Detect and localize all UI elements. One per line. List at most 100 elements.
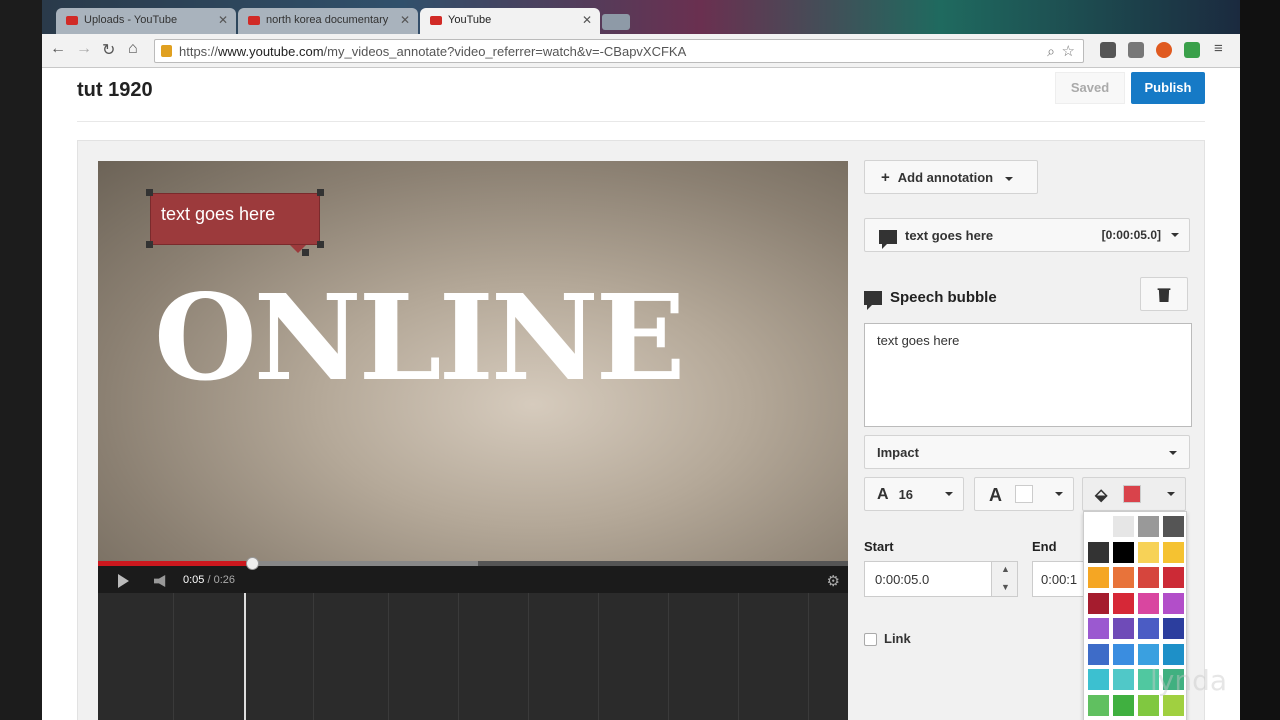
address-bar[interactable]: https://www.youtube.com/my_videos_annota… — [154, 39, 1084, 63]
palette-color-swatch[interactable] — [1138, 567, 1159, 588]
chevron-down-icon — [1171, 233, 1179, 237]
annotation-timeline[interactable] — [98, 593, 848, 720]
end-time-input[interactable]: 0:00:1 — [1032, 561, 1088, 597]
fire-extension-icon[interactable] — [1156, 42, 1172, 58]
resize-handle[interactable] — [317, 189, 324, 196]
watermark: lynda — [1150, 664, 1228, 697]
palette-color-swatch[interactable] — [1088, 643, 1109, 665]
url-prefix: https:// — [179, 44, 219, 59]
palette-color-swatch[interactable] — [1138, 618, 1159, 639]
palette-color-swatch[interactable] — [1138, 592, 1159, 614]
chevron-down-icon — [1167, 492, 1175, 496]
youtube-favicon-icon — [430, 16, 442, 25]
start-label: Start — [864, 539, 894, 554]
timeline-gridline — [313, 593, 314, 720]
start-time-stepper[interactable]: ▲ ▼ — [992, 561, 1018, 597]
up-arrow-icon[interactable]: ▲ — [1001, 564, 1010, 574]
chevron-down-icon — [1055, 492, 1063, 496]
palette-color-swatch[interactable] — [1088, 618, 1109, 639]
font-select[interactable]: Impact — [864, 435, 1190, 469]
palette-color-swatch[interactable] — [1113, 516, 1134, 537]
text-color-select[interactable]: A — [974, 477, 1074, 511]
palette-color-swatch[interactable] — [1113, 567, 1134, 588]
annotation-select[interactable]: text goes here [0:00:05.0] — [864, 218, 1190, 252]
chevron-down-icon — [945, 492, 953, 496]
palette-color-swatch[interactable] — [1163, 592, 1184, 614]
gear-icon[interactable]: ⚙ — [827, 572, 840, 590]
fill-color-select[interactable]: ⬙ — [1082, 477, 1186, 511]
browser-toolbar: ← → ↻ ⌂ https://www.youtube.com/my_video… — [42, 34, 1240, 68]
palette-color-swatch[interactable] — [1163, 694, 1184, 716]
annotation-type: Speech bubble — [890, 289, 997, 306]
timeline-gridline — [598, 593, 599, 720]
palette-color-swatch[interactable] — [1088, 669, 1109, 690]
publish-button[interactable]: Publish — [1131, 72, 1205, 104]
start-time-input[interactable]: 0:00:05.0 — [864, 561, 992, 597]
video-overlay-text: ONLINE — [154, 268, 686, 407]
down-arrow-icon[interactable]: ▼ — [1001, 582, 1010, 592]
annotation-text-input[interactable]: text goes here — [864, 323, 1192, 427]
palette-color-swatch[interactable] — [1138, 643, 1159, 665]
tab-title: north korea documentary — [266, 14, 389, 26]
time-display: 0:05 / 0:26 — [183, 574, 235, 586]
youtube-favicon-icon — [66, 16, 78, 25]
green-extension-icon[interactable] — [1184, 42, 1200, 58]
bookmark-star-icon[interactable]: ☆ — [1062, 42, 1075, 60]
link-checkbox[interactable] — [864, 633, 877, 646]
tab-youtube[interactable]: YouTube ✕ — [420, 8, 600, 34]
tab-uploads[interactable]: Uploads - YouTube ✕ — [56, 8, 236, 34]
palette-color-swatch[interactable] — [1113, 592, 1134, 614]
translate-icon[interactable] — [1128, 42, 1144, 58]
speech-bubble-annotation[interactable]: text goes here — [150, 193, 320, 245]
palette-color-swatch[interactable] — [1163, 516, 1184, 537]
resize-handle[interactable] — [146, 189, 153, 196]
saved-button[interactable]: Saved — [1055, 72, 1125, 104]
palette-color-swatch[interactable] — [1163, 541, 1184, 563]
reload-icon[interactable]: ↻ — [102, 40, 115, 60]
fill-color-swatch — [1123, 485, 1141, 503]
progress-bar[interactable] — [98, 557, 848, 570]
palette-color-swatch[interactable] — [1113, 643, 1134, 665]
player-controls: 0:05 / 0:26 ⚙ — [98, 557, 848, 593]
palette-color-swatch[interactable] — [1163, 643, 1184, 665]
palette-color-swatch[interactable] — [1138, 516, 1159, 537]
home-icon[interactable]: ⌂ — [128, 40, 138, 58]
trash-icon — [1157, 288, 1171, 302]
forward-icon[interactable]: → — [76, 40, 92, 58]
font-size-select[interactable]: A 16 — [864, 477, 964, 511]
palette-color-swatch[interactable] — [1088, 516, 1109, 537]
timeline-playhead[interactable] — [244, 593, 246, 720]
extension-icon[interactable] — [1100, 42, 1116, 58]
volume-icon[interactable] — [154, 575, 166, 587]
video-player[interactable]: ONLINE text goes here — [98, 161, 848, 581]
zoom-icon[interactable]: ⌕ — [1047, 43, 1055, 60]
palette-color-swatch[interactable] — [1113, 694, 1134, 716]
back-icon[interactable]: ← — [50, 40, 66, 58]
close-tab-icon[interactable]: ✕ — [400, 13, 410, 27]
palette-color-swatch[interactable] — [1088, 541, 1109, 563]
close-tab-icon[interactable]: ✕ — [582, 13, 592, 27]
palette-color-swatch[interactable] — [1163, 618, 1184, 639]
lock-icon — [161, 45, 172, 57]
delete-annotation-button[interactable] — [1140, 277, 1188, 311]
palette-color-swatch[interactable] — [1113, 541, 1134, 563]
palette-color-swatch[interactable] — [1163, 567, 1184, 588]
palette-color-swatch[interactable] — [1113, 618, 1134, 639]
progress-knob[interactable] — [245, 557, 259, 570]
resize-handle[interactable] — [146, 241, 153, 248]
tab-north-korea[interactable]: north korea documentary ✕ — [238, 8, 418, 34]
palette-color-swatch[interactable] — [1138, 694, 1159, 716]
palette-color-swatch[interactable] — [1088, 592, 1109, 614]
palette-color-swatch[interactable] — [1138, 541, 1159, 563]
menu-icon[interactable]: ≡ — [1214, 40, 1223, 57]
palette-color-swatch[interactable] — [1088, 567, 1109, 588]
resize-handle[interactable] — [317, 241, 324, 248]
palette-color-swatch[interactable] — [1113, 669, 1134, 690]
add-annotation-button[interactable]: + Add annotation — [864, 160, 1038, 194]
selected-annotation: text goes here — [905, 228, 994, 243]
new-tab-button[interactable] — [602, 14, 630, 30]
close-tab-icon[interactable]: ✕ — [218, 13, 228, 27]
play-icon[interactable] — [118, 574, 129, 588]
tail-handle[interactable] — [302, 249, 309, 256]
palette-color-swatch[interactable] — [1088, 694, 1109, 716]
